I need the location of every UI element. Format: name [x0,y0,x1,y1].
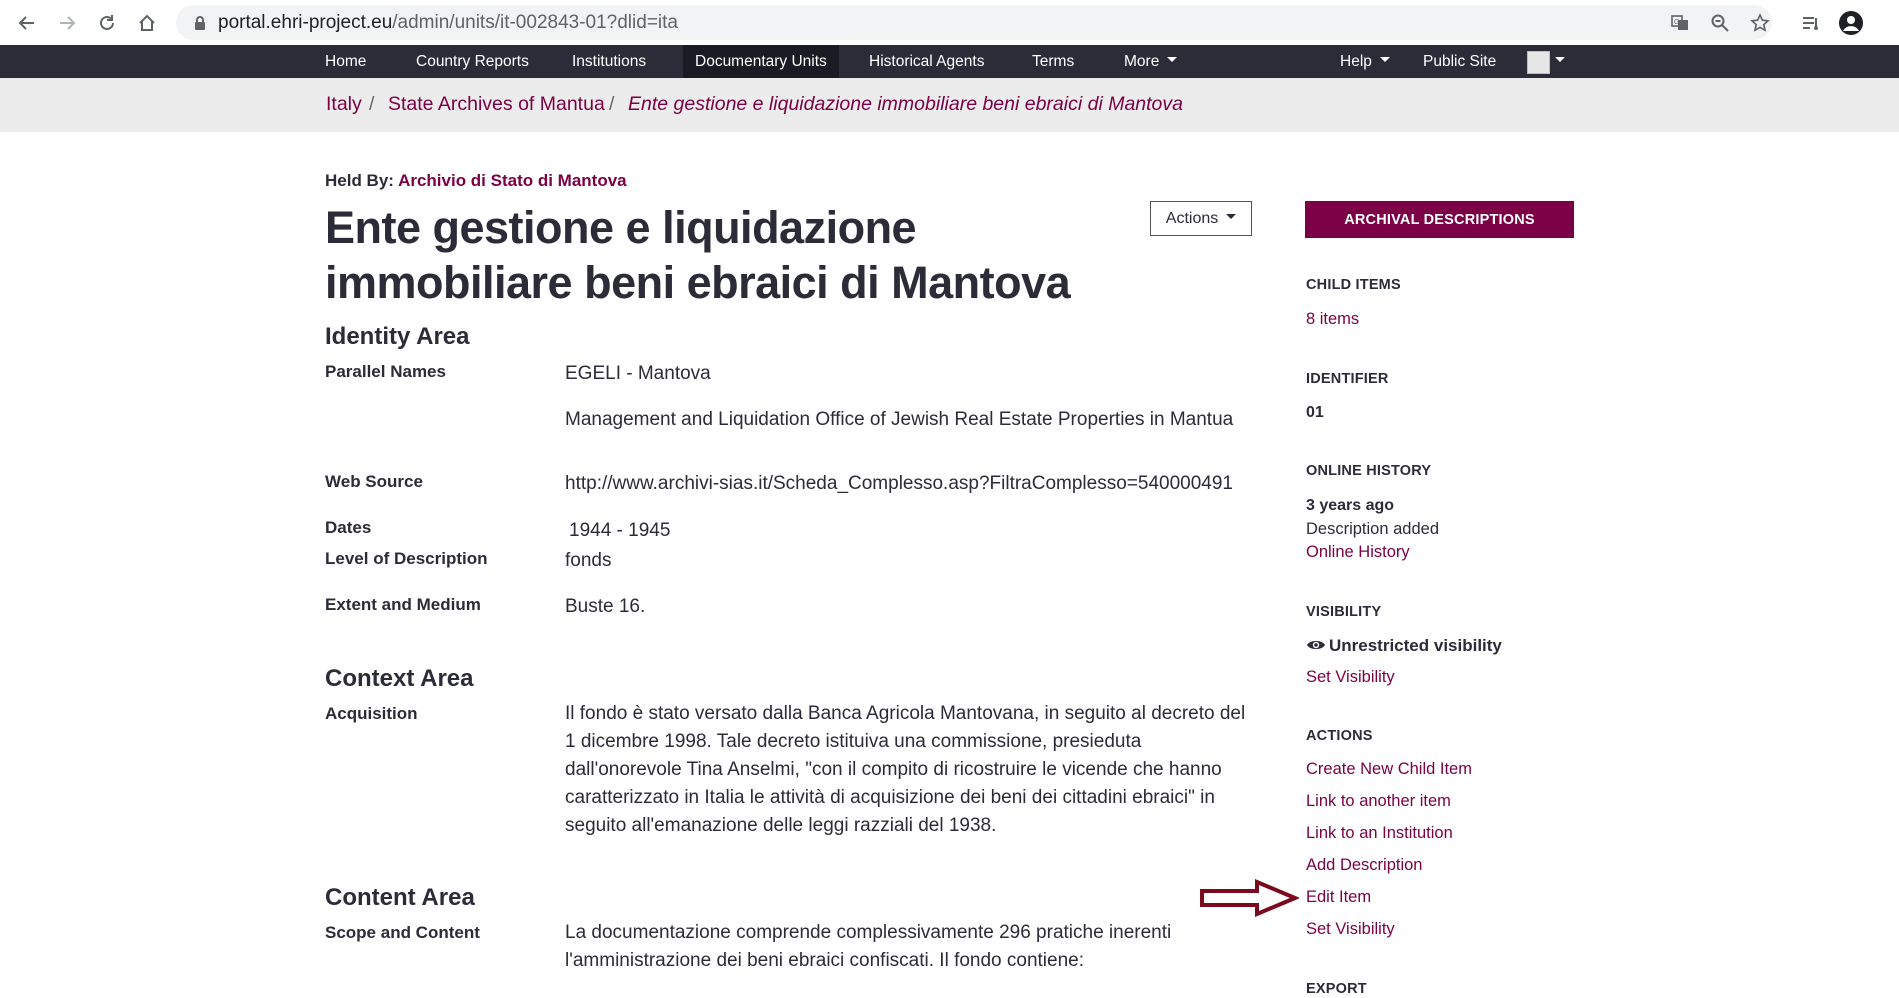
reload-icon[interactable] [93,9,121,37]
dates-value: 1944 - 1945 [569,520,671,541]
acquisition-line: Il fondo è stato versato dalla Banca Agr… [565,703,1246,724]
breadcrumb-current: Ente gestione e liquidazione immobiliare… [628,93,1183,115]
breadcrumb: Italy / State Archives of Mantua / Ente … [0,78,1899,132]
link-to-item-link[interactable]: Link to another item [1306,792,1451,811]
archival-descriptions-button[interactable]: ARCHIVAL DESCRIPTIONS [1305,201,1574,238]
identity-area-heading: Identity Area [325,323,470,350]
held-by-link[interactable]: Archivio di Stato di Mantova [398,171,627,190]
held-by: Held By: Archivio di Stato di Mantova [325,171,627,191]
nav-help-label: Help [1340,53,1372,70]
acquisition-line: caratterizzato in Italia le attività di … [565,787,1215,808]
nav-documentary-units[interactable]: Documentary Units [683,45,839,78]
export-heading: EXPORT [1306,981,1367,997]
browser-toolbar: portal.ehri-project.eu/admin/units/it-00… [0,0,1899,45]
nav-institutions[interactable]: Institutions [560,45,658,78]
lock-icon[interactable] [190,13,210,33]
online-history-heading: ONLINE HISTORY [1306,463,1432,479]
url-text[interactable]: portal.ehri-project.eu/admin/units/it-00… [218,12,678,34]
caret-down-icon [1379,57,1390,63]
edit-item-link[interactable]: Edit Item [1306,888,1371,907]
content-area-heading: Content Area [325,884,475,911]
scope-and-content-label: Scope and Content [325,923,480,942]
visibility-value: Unrestricted visibility [1329,636,1502,655]
annotation-arrow-icon [1200,879,1299,917]
online-history-link[interactable]: Online History [1306,543,1410,562]
caret-down-icon [1555,57,1565,63]
child-items-link[interactable]: 8 items [1306,310,1359,329]
dates-label: Dates [325,518,372,537]
parallel-name-value: Management and Liquidation Office of Jew… [565,409,1234,430]
nav-historical-agents[interactable]: Historical Agents [857,45,996,78]
web-source-label: Web Source [325,472,423,491]
identifier-value: 01 [1306,404,1324,421]
scope-line: La documentazione comprende complessivam… [565,922,1172,943]
actions-heading: ACTIONS [1306,728,1373,744]
extent-value: Buste 16. [565,596,646,617]
eye-icon [1307,640,1325,650]
nav-terms[interactable]: Terms [1020,45,1086,78]
bookmark-star-icon[interactable] [1748,12,1772,34]
nav-more-dropdown[interactable]: More [1112,45,1189,78]
page-title: Ente gestione e liquidazione immobiliare… [325,202,1071,308]
level-of-description-label: Level of Description [325,549,488,568]
level-of-description-value: fonds [565,550,612,571]
url-path: /admin/units/it-002843-01?dlid=ita [392,12,678,33]
acquisition-text: Il fondo è stato versato dalla Banca Agr… [565,700,1255,840]
acquisition-line: 1 dicembre 1998. Tale decreto istituiva … [565,731,1142,752]
create-child-item-link[interactable]: Create New Child Item [1306,760,1472,779]
nav-more-label: More [1124,53,1160,70]
profile-icon[interactable] [1837,9,1865,37]
context-area-heading: Context Area [325,665,474,692]
scope-and-content-text: La documentazione comprende complessivam… [565,919,1255,975]
child-items-heading: CHILD ITEMS [1306,277,1401,293]
actions-label: Actions [1165,209,1219,227]
link-to-institution-link[interactable]: Link to an Institution [1306,824,1453,843]
nav-public-site[interactable]: Public Site [1411,45,1508,78]
actions-dropdown-button[interactable]: Actions [1150,201,1252,236]
nav-country-reports[interactable]: Country Reports [404,45,541,78]
home-icon[interactable] [133,9,161,37]
breadcrumb-italy[interactable]: Italy [326,93,362,116]
nav-help-dropdown[interactable]: Help [1328,45,1402,78]
parallel-name-value: EGELI - Mantova [565,363,711,384]
web-source-link[interactable]: http://www.archivi-sias.it/Scheda_Comple… [565,473,1233,495]
reading-list-icon[interactable] [1797,9,1825,37]
address-bar[interactable]: portal.ehri-project.eu/admin/units/it-00… [176,5,1772,40]
svg-text:G: G [1674,19,1679,26]
forward-arrow-icon[interactable] [53,9,81,37]
add-description-link[interactable]: Add Description [1306,856,1422,875]
breadcrumb-separator: / [369,93,375,115]
set-visibility-action-link[interactable]: Set Visibility [1306,920,1395,939]
breadcrumb-state-archives[interactable]: State Archives of Mantua [388,93,605,116]
history-time: 3 years ago [1306,497,1395,514]
user-avatar[interactable] [1527,51,1550,74]
extent-label: Extent and Medium [325,595,481,614]
identifier-heading: IDENTIFIER [1306,371,1389,387]
site-navbar: Home Country Reports Institutions Docume… [0,45,1899,78]
visibility-status: Unrestricted visibility [1306,636,1502,656]
acquisition-line: dall'onorevole Tina Anselmi, "con il com… [565,759,1222,780]
translate-icon[interactable]: G [1668,12,1692,34]
back-arrow-icon[interactable] [13,9,41,37]
set-visibility-link[interactable]: Set Visibility [1306,668,1395,687]
user-menu-caret[interactable] [1549,45,1571,78]
parallel-names-label: Parallel Names [325,362,446,381]
zoom-icon[interactable] [1708,12,1732,34]
history-event: Description added [1306,520,1439,538]
breadcrumb-separator: / [609,93,615,115]
caret-down-icon [1167,57,1178,63]
scope-line: l'amministrazione dei beni ebraici confi… [565,950,1085,971]
held-by-label: Held By: [325,171,394,190]
acquisition-line: seguito all'emanazione delle leggi razzi… [565,815,997,836]
url-host: portal.ehri-project.eu [218,12,393,33]
caret-down-icon [1226,214,1237,219]
visibility-heading: VISIBILITY [1306,604,1382,620]
acquisition-label: Acquisition [325,704,418,723]
nav-home[interactable]: Home [313,45,378,78]
